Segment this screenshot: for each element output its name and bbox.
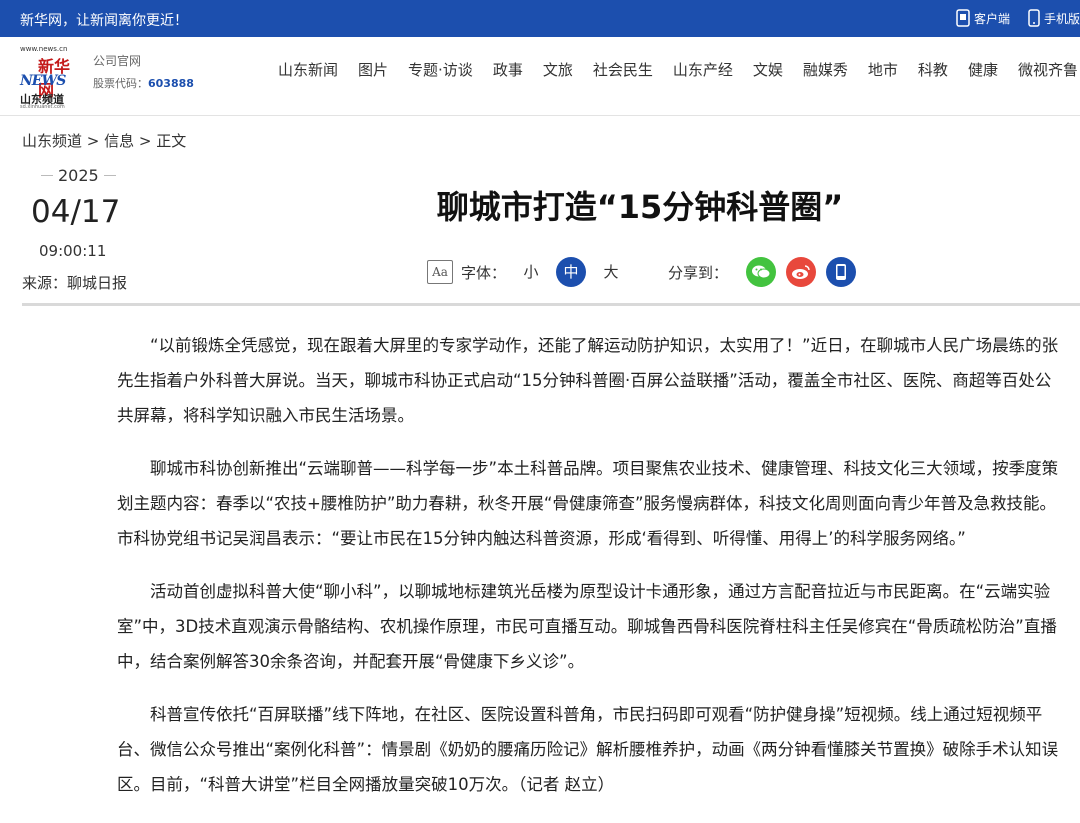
article-paragraph: 活动首创虚拟科普大使“聊小科”，以聊城地标建筑光岳楼为原型设计卡通形象，通过方言… [117, 582, 1057, 671]
nav-item-entertainment[interactable]: 文娱 [753, 59, 783, 80]
font-medium-button[interactable]: 中 [556, 257, 587, 287]
publish-time: 09:00:11 [39, 242, 107, 260]
breadcrumb-home[interactable]: 山东频道 [22, 132, 82, 150]
share-mobile-button[interactable] [826, 257, 857, 287]
top-bar: 新华网，让新闻离你更近！ 客户端 手机版 [0, 0, 1080, 37]
logo-url: www.news.cn [20, 45, 68, 53]
font-large-button[interactable]: 大 [596, 257, 626, 287]
nav-item-sci-edu[interactable]: 科教 [918, 59, 948, 80]
article-body: “以前锻炼全凭感觉，现在跟着大屏里的专家学动作，还能了解运动防护知识，太实用了！… [117, 328, 1065, 820]
site-logo[interactable]: www.news.cn 新华网 NEWS 山东频道 sd.xinhuanet.c… [20, 45, 82, 110]
logo-small-url: sd.xinhuanet.com [20, 104, 65, 110]
share-wechat-button[interactable] [746, 257, 777, 287]
breadcrumb-sep: > [82, 132, 105, 150]
mobile-icon [1028, 9, 1040, 27]
nav-item-photos[interactable]: 图片 [358, 59, 388, 80]
mobile-label: 手机版 [1044, 11, 1080, 26]
share-weibo-button[interactable] [786, 257, 817, 287]
nav-item-specials[interactable]: 专题·访谈 [408, 59, 473, 80]
client-link[interactable]: 客户端 [956, 9, 1010, 27]
breadcrumb-sep: > [134, 132, 157, 150]
font-small-button[interactable]: 小 [516, 257, 546, 287]
stock-code-value: 603888 [148, 77, 194, 90]
nav-item-cities[interactable]: 地市 [868, 59, 898, 80]
header-divider [22, 303, 1080, 306]
breadcrumb-current: 正文 [156, 132, 187, 150]
client-icon [956, 9, 970, 27]
divider [41, 175, 53, 176]
mobile-link[interactable]: 手机版 [1028, 9, 1080, 27]
nav-item-shandong-news[interactable]: 山东新闻 [278, 59, 338, 80]
nav-item-media-show[interactable]: 融媒秀 [803, 59, 848, 80]
nav-item-health[interactable]: 健康 [968, 59, 998, 80]
article-tools: Aa 字体： 小 中 大 分享到： [427, 257, 857, 287]
breadcrumb-section[interactable]: 信息 [104, 132, 134, 150]
font-size-label: 字体： [461, 263, 507, 282]
client-label: 客户端 [974, 11, 1011, 26]
article-paragraph: “以前锻炼全凭感觉，现在跟着大屏里的专家学动作，还能了解运动防护知识，太实用了！… [117, 336, 1059, 425]
site-header: www.news.cn 新华网 NEWS 山东频道 sd.xinhuanet.c… [0, 37, 1080, 116]
divider [103, 175, 116, 176]
weibo-icon [792, 265, 810, 279]
official-site-link[interactable]: 公司官网 [93, 52, 141, 69]
nav-item-politics[interactable]: 政事 [493, 59, 523, 80]
nav-item-economy[interactable]: 山东产经 [673, 59, 733, 80]
stock-code: 股票代码：603888 [93, 75, 194, 91]
nav-item-livelihood[interactable]: 社会民生 [593, 59, 653, 80]
phone-icon [836, 264, 847, 280]
article-paragraph: 聊城市科协创新推出“云端聊普——科学每一步”本土科普品牌。项目聚焦农业技术、健康… [117, 459, 1059, 548]
article-title: 聊城市打造“15分钟科普圈” [436, 188, 844, 226]
nav-item-micro-video[interactable]: 微视齐鲁 [1018, 59, 1078, 80]
wechat-icon [752, 265, 771, 279]
logo-news: NEWS [20, 73, 66, 89]
nav-item-culture-travel[interactable]: 文旅 [543, 59, 573, 80]
main-nav: 山东新闻 图片 专题·访谈 政事 文旅 社会民生 山东产经 文娱 融媒秀 地市 … [278, 59, 1080, 80]
site-slogan: 新华网，让新闻离你更近！ [20, 13, 188, 29]
breadcrumb: 山东频道 > 信息 > 正文 [22, 130, 186, 151]
share-label: 分享到： [668, 263, 729, 282]
article-paragraph: 科普宣传依托“百屏联播”线下阵地，在社区、医院设置科普角，市民扫码即可观看“防护… [117, 705, 1059, 794]
font-size-icon: Aa [427, 260, 453, 284]
stock-label: 股票代码： [93, 77, 148, 90]
article-source: 来源：聊城日报 [22, 274, 128, 292]
